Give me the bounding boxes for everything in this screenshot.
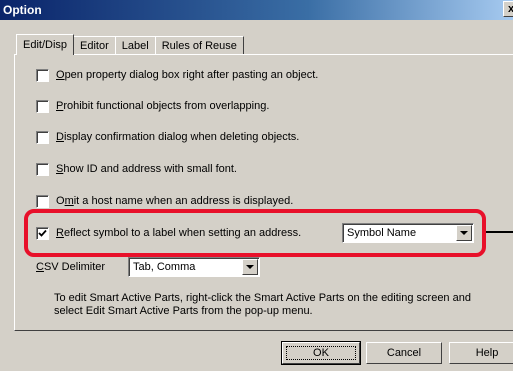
dropdown-button[interactable] xyxy=(456,225,472,241)
checkbox[interactable] xyxy=(36,99,49,113)
option-label: Show ID and address with small font. xyxy=(56,163,237,175)
checkbox[interactable] xyxy=(36,194,49,208)
checkbox[interactable] xyxy=(36,162,49,176)
csv-delimiter-select[interactable]: Tab, Comma xyxy=(128,257,260,277)
option-reflect-symbol[interactable]: Reflect symbol to a label when setting a… xyxy=(36,226,301,240)
csv-delimiter-label: C SV Delimiter xyxy=(36,261,106,273)
checkbox[interactable] xyxy=(36,68,49,82)
symbol-type-value: Symbol Name xyxy=(347,227,417,239)
option-open-property-dialog[interactable]: Open property dialog box right after pas… xyxy=(36,68,318,82)
tab-strip: Edit/Disp Editor Label Rules of Reuse xyxy=(16,33,244,55)
symbol-type-select[interactable]: Symbol Name xyxy=(342,223,474,243)
window-title: Option xyxy=(3,3,42,17)
option-dialog: Option x Edit/Disp Editor Label Rules of… xyxy=(0,0,513,371)
option-omit-host-name[interactable]: Omit a host name when an address is disp… xyxy=(36,194,293,208)
tab-editor[interactable]: Editor xyxy=(73,36,116,54)
cancel-button[interactable]: Cancel xyxy=(366,342,442,364)
tab-rules-of-reuse[interactable]: Rules of Reuse xyxy=(154,36,244,54)
ok-button-label: OK xyxy=(286,346,356,360)
tab-edit-disp[interactable]: Edit/Disp xyxy=(16,34,75,55)
callout-line xyxy=(486,231,513,233)
option-confirm-delete[interactable]: Display confirmation dialog when deletin… xyxy=(36,130,299,144)
option-prohibit-overlapping[interactable]: Prohibit functional objects from overlap… xyxy=(36,99,269,113)
option-small-font[interactable]: Show ID and address with small font. xyxy=(36,162,237,176)
ok-button[interactable]: OK xyxy=(281,341,361,365)
csv-delimiter-value: Tab, Comma xyxy=(133,261,196,273)
option-label: Reflect symbol to a label when setting a… xyxy=(56,227,302,239)
dropdown-button[interactable] xyxy=(242,259,258,275)
checkmark-icon xyxy=(38,229,47,237)
checkbox[interactable] xyxy=(36,130,49,144)
tab-label[interactable]: Label xyxy=(114,36,156,54)
chevron-down-icon xyxy=(460,231,468,235)
option-label: Display confirmation dialog when deletin… xyxy=(56,131,300,143)
option-label: Open property dialog box right after pas… xyxy=(56,69,319,81)
option-label: Omit a host name when an address is disp… xyxy=(56,195,294,207)
close-button[interactable]: x xyxy=(503,1,513,17)
smart-active-parts-info: To edit Smart Active Parts, right-click … xyxy=(54,292,471,317)
option-label: Prohibit functional objects from overlap… xyxy=(56,100,270,112)
chevron-down-icon xyxy=(246,265,254,269)
checkbox-checked[interactable] xyxy=(36,226,49,240)
help-button[interactable]: Help xyxy=(449,342,513,364)
tab-panel xyxy=(14,54,513,331)
title-bar[interactable]: Option x xyxy=(0,0,513,20)
